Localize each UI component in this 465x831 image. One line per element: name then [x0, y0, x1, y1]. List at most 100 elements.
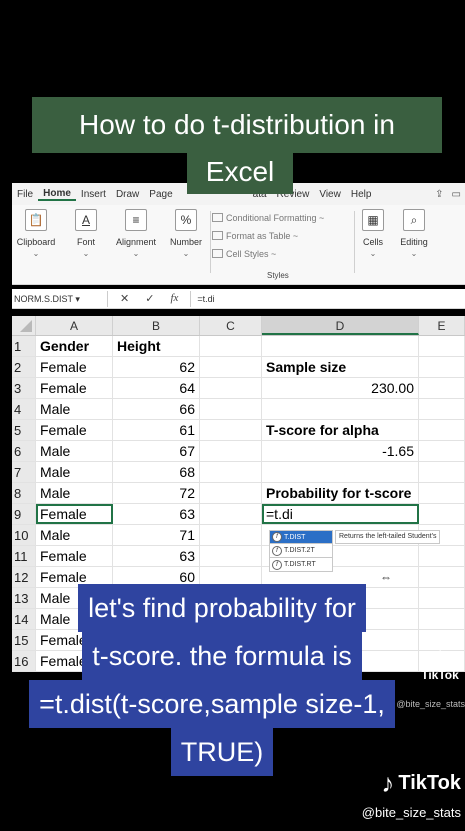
cell-b[interactable]: 62: [113, 357, 200, 377]
cell-d[interactable]: Sample size: [262, 357, 419, 377]
tab-page-layout[interactable]: Page: [144, 189, 177, 200]
cell-a[interactable]: Female: [36, 420, 113, 440]
cell-c[interactable]: [200, 357, 262, 377]
cell-a[interactable]: Male: [36, 462, 113, 482]
cell-e[interactable]: [419, 609, 465, 629]
cell-c[interactable]: [200, 483, 262, 503]
column-header-a[interactable]: A: [36, 316, 113, 335]
insert-function-icon[interactable]: fx: [170, 292, 178, 305]
clipboard-group[interactable]: 📋 Clipboard ⌄: [14, 209, 58, 258]
cell-e[interactable]: [419, 378, 465, 398]
cell-a[interactable]: Female: [36, 378, 113, 398]
cell-a[interactable]: Gender: [36, 336, 113, 356]
row-header[interactable]: 16: [12, 651, 36, 671]
cell-b[interactable]: 68: [113, 462, 200, 482]
cell-b[interactable]: 67: [113, 441, 200, 461]
cell-styles-button[interactable]: Cell Styles ~: [212, 245, 352, 263]
row-header[interactable]: 10: [12, 525, 36, 545]
cell-e[interactable]: [419, 336, 465, 356]
cell-a[interactable]: Male: [36, 399, 113, 419]
cell-e[interactable]: [419, 462, 465, 482]
font-group[interactable]: A Font ⌄: [68, 209, 104, 258]
cell-e[interactable]: [419, 504, 465, 524]
cells-group[interactable]: ▦ Cells ⌄: [356, 209, 390, 258]
autocomplete-item[interactable]: f T.DIST: [269, 530, 333, 544]
cell-b[interactable]: 66: [113, 399, 200, 419]
row-header[interactable]: 7: [12, 462, 36, 482]
cell-e[interactable]: [419, 357, 465, 377]
cell-d[interactable]: 230.00: [262, 378, 419, 398]
editing-group[interactable]: ⌕ Editing ⌄: [394, 209, 434, 258]
format-as-table-button[interactable]: Format as Table ~: [212, 227, 352, 245]
share-icon[interactable]: ⇪: [435, 189, 443, 200]
row-header[interactable]: 4: [12, 399, 36, 419]
cell-b[interactable]: 63: [113, 504, 200, 524]
row-header[interactable]: 9: [12, 504, 36, 524]
cell-a[interactable]: Male: [36, 441, 113, 461]
cell-d[interactable]: [262, 462, 419, 482]
cell-c[interactable]: [200, 441, 262, 461]
cell-b[interactable]: 71: [113, 525, 200, 545]
cell-c[interactable]: [200, 336, 262, 356]
row-header[interactable]: 14: [12, 609, 36, 629]
conditional-formatting-button[interactable]: Conditional Formatting ~: [212, 209, 352, 227]
cell-e[interactable]: [419, 483, 465, 503]
cell-d[interactable]: Probability for t-score: [262, 483, 419, 503]
tab-home[interactable]: Home: [38, 188, 76, 201]
enter-icon[interactable]: ✓: [145, 292, 154, 305]
autocomplete-item[interactable]: f T.DIST.RT: [269, 558, 333, 572]
cell-c[interactable]: [200, 462, 262, 482]
tab-file[interactable]: File: [12, 189, 38, 200]
name-box[interactable]: NORM.S.DIST ▾: [12, 290, 108, 307]
cell-b[interactable]: 72: [113, 483, 200, 503]
row-header[interactable]: 3: [12, 378, 36, 398]
autocomplete-item[interactable]: f T.DIST.2T: [269, 544, 333, 558]
cell-b[interactable]: 63: [113, 546, 200, 566]
cell-c[interactable]: [200, 546, 262, 566]
cell-e[interactable]: [419, 399, 465, 419]
tab-draw[interactable]: Draw: [111, 189, 144, 200]
cell-a[interactable]: Male: [36, 483, 113, 503]
tab-help[interactable]: Help: [346, 189, 377, 200]
tab-insert[interactable]: Insert: [76, 189, 111, 200]
cell-c[interactable]: [200, 504, 262, 524]
row-header[interactable]: 15: [12, 630, 36, 650]
alignment-group[interactable]: ≡ Alignment ⌄: [108, 209, 164, 258]
row-header[interactable]: 11: [12, 546, 36, 566]
cell-d[interactable]: -1.65: [262, 441, 419, 461]
cell-c[interactable]: [200, 399, 262, 419]
cell-d[interactable]: [262, 399, 419, 419]
cell-c[interactable]: [200, 420, 262, 440]
cell-b[interactable]: 64: [113, 378, 200, 398]
cell-b[interactable]: Height: [113, 336, 200, 356]
column-header-d[interactable]: D: [262, 316, 419, 335]
cell-d[interactable]: T-score for alpha: [262, 420, 419, 440]
cancel-icon[interactable]: ✕: [120, 292, 129, 305]
number-group[interactable]: % Number ⌄: [164, 209, 208, 258]
select-all-corner[interactable]: [12, 316, 36, 335]
cell-d[interactable]: =t.di: [262, 504, 419, 524]
cell-e[interactable]: [419, 420, 465, 440]
formula-input[interactable]: =t.di: [190, 290, 215, 307]
cell-a[interactable]: Female: [36, 546, 113, 566]
cell-d[interactable]: [262, 336, 419, 356]
row-header[interactable]: 12: [12, 567, 36, 587]
cell-e[interactable]: [419, 441, 465, 461]
cell-e[interactable]: [419, 588, 465, 608]
cell-c[interactable]: [200, 525, 262, 545]
column-header-b[interactable]: B: [113, 316, 200, 335]
tab-view[interactable]: View: [314, 189, 346, 200]
cell-a[interactable]: Male: [36, 525, 113, 545]
column-header-e[interactable]: E: [419, 316, 465, 335]
row-header[interactable]: 1: [12, 336, 36, 356]
cell-a[interactable]: Female: [36, 357, 113, 377]
column-header-c[interactable]: C: [200, 316, 262, 335]
row-header[interactable]: 6: [12, 441, 36, 461]
row-header[interactable]: 2: [12, 357, 36, 377]
row-header[interactable]: 13: [12, 588, 36, 608]
cell-b[interactable]: 61: [113, 420, 200, 440]
cell-c[interactable]: [200, 378, 262, 398]
comment-icon[interactable]: ▭: [452, 189, 461, 200]
cell-a[interactable]: Female: [36, 504, 113, 524]
row-header[interactable]: 5: [12, 420, 36, 440]
